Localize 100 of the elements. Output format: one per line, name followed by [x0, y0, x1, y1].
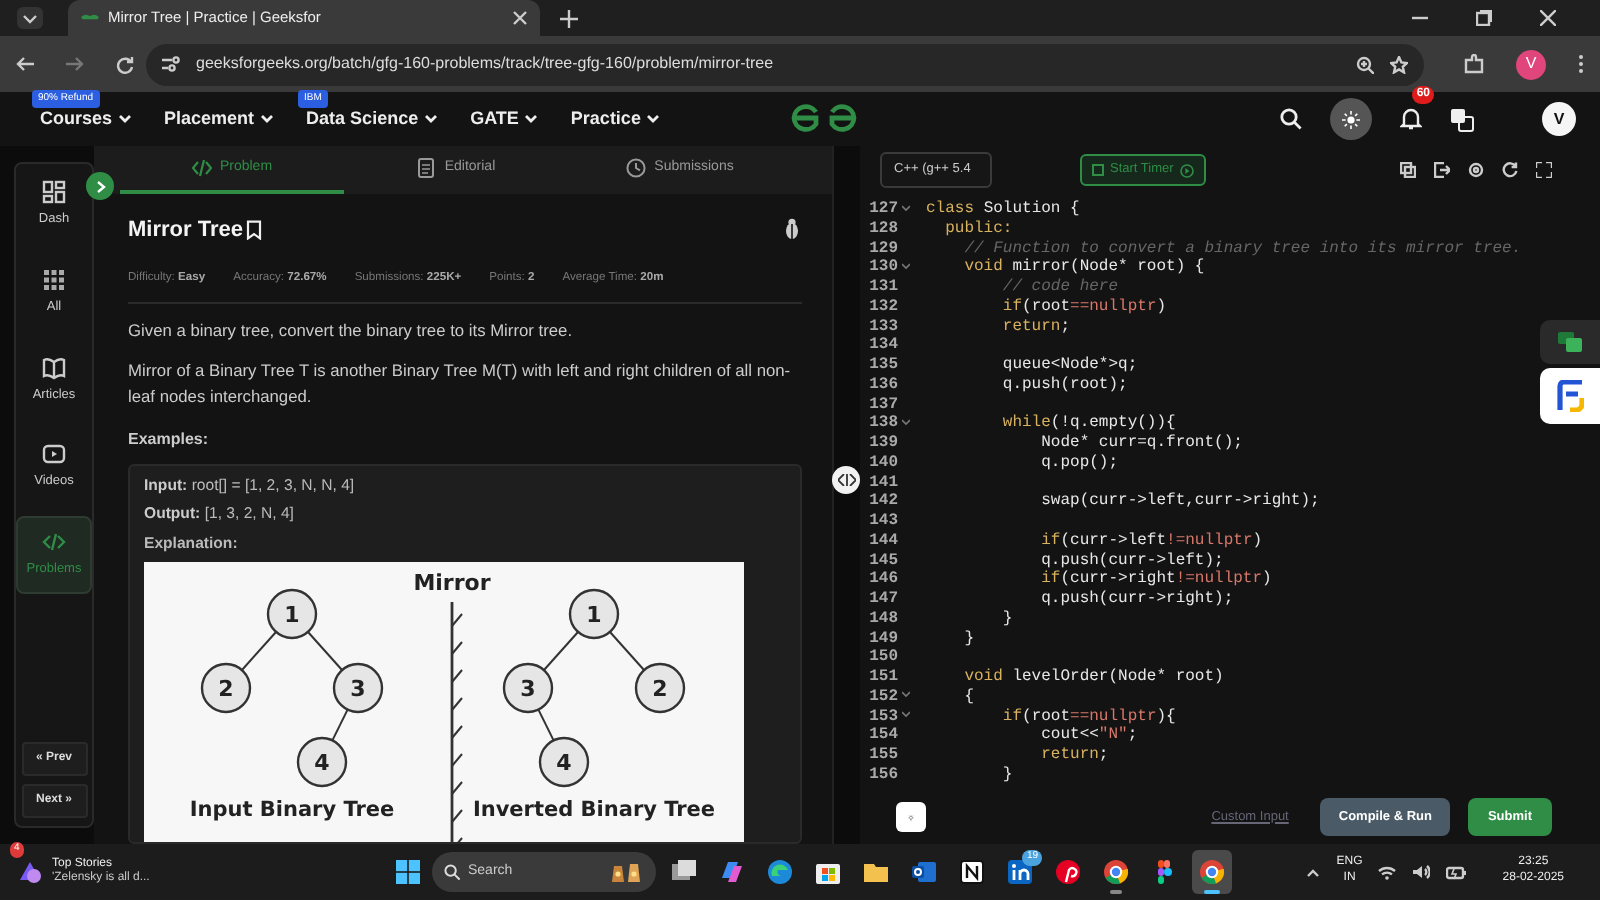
line-number: 156	[867, 765, 898, 785]
maximize-icon[interactable]	[1476, 10, 1492, 26]
line-number: 146	[867, 570, 898, 590]
code-line: // Function to convert a binary tree into its mirror tree.	[962, 239, 1522, 258]
bookmark-star-icon[interactable]	[1390, 55, 1408, 73]
site-info-icon[interactable]	[162, 56, 180, 72]
nav-menu-item[interactable]: Practice	[570, 105, 661, 133]
document-icon	[416, 158, 437, 178]
tree-node: 2	[634, 662, 686, 713]
fullscreen-icon[interactable]	[1536, 162, 1552, 178]
menu-icon[interactable]	[1578, 54, 1584, 74]
caret-icon	[260, 114, 275, 124]
line-number: 135	[867, 356, 898, 376]
code-line: return;	[1039, 746, 1109, 766]
store-icon	[814, 858, 842, 886]
edge-icon	[766, 858, 794, 886]
tree-edge	[331, 708, 349, 741]
line-number: 132	[867, 297, 898, 317]
examples-heading: Examples:	[128, 427, 211, 452]
code-icon	[191, 158, 212, 178]
copilot-icon	[718, 858, 746, 886]
volume-icon[interactable]	[1412, 864, 1431, 880]
forward-icon[interactable]	[66, 56, 84, 72]
code-line: queue<Node*>q;	[1000, 356, 1138, 376]
settings-icon[interactable]	[1468, 162, 1484, 178]
code-line: void mirror(Node* root) {	[962, 258, 1205, 278]
clock-icon	[626, 158, 647, 178]
new-tab-icon[interactable]	[560, 9, 578, 27]
close-icon[interactable]	[1540, 10, 1556, 26]
line-number: 127	[867, 200, 898, 220]
task-view-icon	[670, 858, 698, 886]
code-line: {	[962, 687, 975, 707]
nav-menu-item[interactable]: Courses	[40, 105, 133, 133]
caret-icon	[646, 114, 661, 124]
line-number: 150	[867, 648, 898, 668]
nav-menu-item[interactable]: GATE	[470, 105, 539, 133]
dashboard-icon	[42, 180, 66, 204]
fold-icon[interactable]	[902, 710, 910, 719]
line-number: 138	[867, 414, 898, 434]
fold-icon[interactable]	[902, 261, 910, 270]
reload-icon[interactable]	[116, 55, 134, 73]
nav-menu-item[interactable]: Data Science	[306, 105, 439, 133]
line-number: 136	[867, 375, 898, 395]
chrome-icon	[1198, 858, 1226, 886]
line-number: 153	[867, 707, 898, 727]
line-number: 149	[867, 629, 898, 649]
chat-icon[interactable]	[1558, 332, 1582, 352]
start-icon[interactable]	[396, 860, 420, 884]
line-number: 140	[867, 453, 898, 473]
line-number: 151	[867, 668, 898, 688]
reset-icon[interactable]	[1502, 162, 1518, 178]
bug-icon[interactable]	[782, 218, 802, 241]
widgets-icon[interactable]	[16, 857, 44, 886]
line-number: 145	[867, 551, 898, 571]
bookmark-icon[interactable]	[246, 220, 263, 240]
caret-icon	[524, 114, 539, 124]
tree-node: 2	[200, 662, 252, 713]
outlook-icon	[910, 858, 938, 886]
line-number: 128	[867, 219, 898, 239]
fold-icon[interactable]	[902, 690, 910, 699]
theme-toggle[interactable]	[1330, 98, 1372, 140]
wifi-icon[interactable]	[1378, 865, 1397, 879]
pinterest-icon	[1054, 858, 1082, 886]
search-icon[interactable]	[1280, 108, 1302, 130]
tab-list-icon[interactable]	[16, 6, 44, 30]
tree-edge	[543, 630, 579, 671]
timer-icon	[1092, 164, 1104, 176]
chevron-icon	[95, 179, 105, 193]
extensions-icon[interactable]	[1464, 54, 1484, 74]
code-line: q.push(curr->left);	[1039, 551, 1224, 570]
bell-icon[interactable]	[1400, 106, 1422, 131]
taskbar-app[interactable]	[1192, 850, 1232, 894]
line-number: 154	[867, 726, 898, 746]
tree-caption: Input Binary Tree	[189, 797, 395, 822]
export-icon[interactable]	[1434, 162, 1450, 178]
code-line: q.push(root);	[1000, 375, 1128, 395]
copy-icon[interactable]	[1400, 162, 1416, 178]
battery-icon[interactable]	[1446, 865, 1467, 879]
line-number: 137	[867, 395, 898, 415]
nav-menu-item[interactable]: Placement	[164, 105, 275, 133]
back-icon[interactable]	[16, 56, 34, 72]
fold-icon[interactable]	[902, 417, 910, 426]
logo-icon[interactable]	[788, 102, 860, 135]
code-line: cout<<"N";	[1039, 726, 1138, 746]
code-line: if(root==nullptr)	[1000, 297, 1167, 317]
logo-icon[interactable]	[1556, 380, 1584, 412]
code-line: }	[962, 629, 975, 649]
line-number: 141	[867, 473, 898, 493]
hint-button[interactable]	[896, 802, 926, 832]
close-icon[interactable]	[512, 10, 528, 26]
line-number: 133	[867, 317, 898, 337]
tree-node: 3	[502, 662, 554, 713]
user-avatar[interactable]: V	[1542, 102, 1576, 136]
profile-avatar[interactable]: V	[1516, 49, 1546, 79]
linkedin-icon	[1006, 858, 1034, 886]
caret-icon	[118, 114, 133, 124]
zoom-icon[interactable]	[1356, 55, 1374, 73]
chevron-up-icon[interactable]	[1306, 867, 1321, 877]
fold-icon[interactable]	[902, 203, 910, 212]
line-number: 148	[867, 609, 898, 629]
